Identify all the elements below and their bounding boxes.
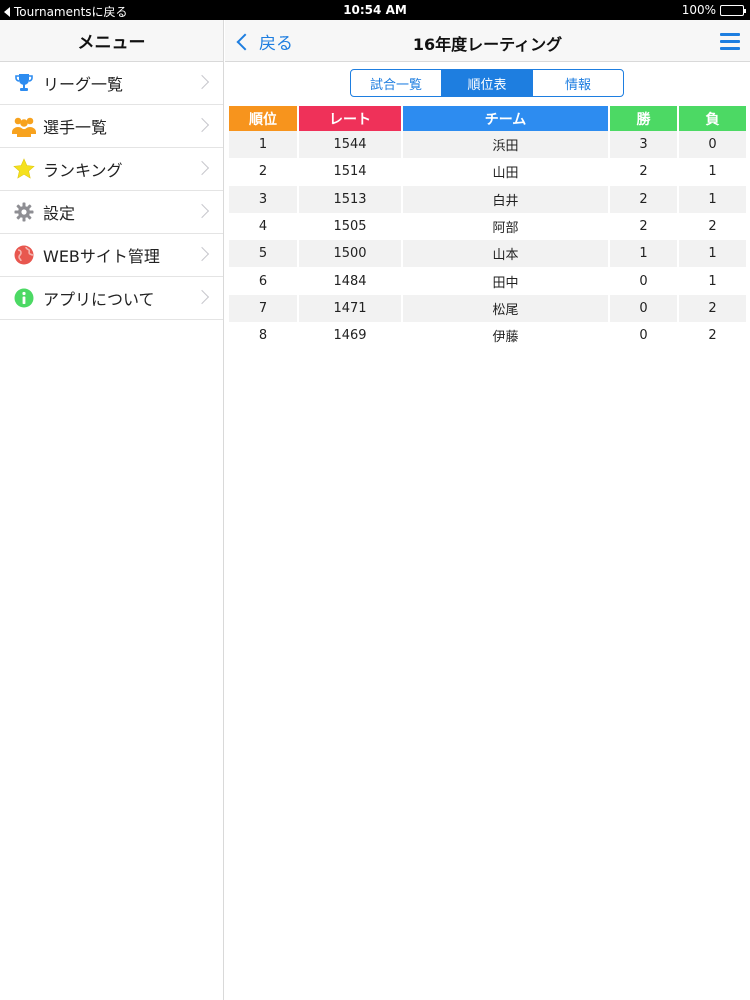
cell-losses: 2 xyxy=(679,322,746,350)
chevron-right-icon xyxy=(194,289,210,305)
sidebar-item-ranking[interactable]: ランキング xyxy=(0,148,223,191)
star-icon xyxy=(12,157,36,181)
sidebar-title: メニュー xyxy=(0,20,223,62)
sidebar-item-settings[interactable]: 設定 xyxy=(0,191,223,234)
cell-rank: 6 xyxy=(229,267,297,295)
menu-icon[interactable] xyxy=(720,33,740,50)
people-icon xyxy=(12,114,36,138)
sidebar-item-about[interactable]: アプリについて xyxy=(0,277,223,320)
cell-rating: 1471 xyxy=(299,294,401,323)
cell-wins: 1 xyxy=(610,240,677,268)
status-time: 10:54 AM xyxy=(343,3,407,17)
table-row[interactable]: 8 1469 伊藤 0 2 xyxy=(229,322,746,350)
trophy-icon xyxy=(12,71,36,95)
sidebar-item-label: リーグ一覧 xyxy=(43,75,124,94)
cell-wins: 3 xyxy=(610,131,677,159)
cell-losses: 1 xyxy=(679,185,746,213)
cell-team: 白井 xyxy=(403,185,608,213)
cell-rank: 3 xyxy=(229,185,297,213)
status-bar: Tournamentsに戻る 10:54 AM 100% xyxy=(0,0,750,20)
sidebar-item-website[interactable]: WEBサイト管理 xyxy=(0,234,223,277)
segmented-control: 試合一覧 順位表 情報 xyxy=(350,69,624,97)
table-row[interactable]: 5 1500 山本 1 1 xyxy=(229,240,746,268)
chevron-right-icon xyxy=(194,160,210,176)
chevron-right-icon xyxy=(194,246,210,262)
battery-icon xyxy=(720,4,746,16)
cell-rank: 7 xyxy=(229,294,297,323)
battery-indicator: 100% xyxy=(681,3,746,17)
column-header-team[interactable]: チーム xyxy=(403,106,608,131)
column-header-rank[interactable]: 順位 xyxy=(229,106,297,131)
cell-team: 田中 xyxy=(403,267,608,295)
gear-icon xyxy=(12,200,36,224)
cell-rank: 5 xyxy=(229,240,297,268)
tab-matches[interactable]: 試合一覧 xyxy=(351,70,442,96)
column-header-rating[interactable]: レート xyxy=(299,106,401,131)
cell-rank: 8 xyxy=(229,322,297,350)
cell-team: 山田 xyxy=(403,158,608,186)
chevron-right-icon xyxy=(194,117,210,133)
cell-team: 山本 xyxy=(403,240,608,268)
chevron-right-icon xyxy=(194,203,210,219)
cell-rating: 1500 xyxy=(299,240,401,268)
cell-rating: 1505 xyxy=(299,212,401,241)
sidebar-item-label: WEBサイト管理 xyxy=(43,247,160,266)
tab-info[interactable]: 情報 xyxy=(533,70,623,96)
battery-percent: 100% xyxy=(681,3,716,17)
cell-wins: 2 xyxy=(610,158,677,186)
cell-rank: 4 xyxy=(229,212,297,241)
cell-losses: 2 xyxy=(679,212,746,241)
cell-rating: 1513 xyxy=(299,185,401,213)
info-icon xyxy=(12,286,36,310)
table-row[interactable]: 1 1544 浜田 3 0 xyxy=(229,131,746,159)
table-header-row: 順位 レート チーム 勝 負 xyxy=(229,106,746,131)
cell-team: 伊藤 xyxy=(403,322,608,350)
cell-rank: 1 xyxy=(229,131,297,159)
navigation-bar: 戻る 16年度レーティング xyxy=(225,20,750,62)
page-title: 16年度レーティング xyxy=(412,35,563,54)
cell-wins: 2 xyxy=(610,185,677,213)
sidebar-item-label: ランキング xyxy=(43,161,123,180)
cell-rating: 1469 xyxy=(299,322,401,350)
cell-losses: 1 xyxy=(679,240,746,268)
cell-losses: 0 xyxy=(679,131,746,159)
column-header-wins[interactable]: 勝 xyxy=(610,106,677,131)
sidebar-item-label: アプリについて xyxy=(43,290,155,309)
table-row[interactable]: 2 1514 山田 2 1 xyxy=(229,158,746,186)
cell-losses: 1 xyxy=(679,267,746,295)
sidebar-item-leagues[interactable]: リーグ一覧 xyxy=(0,62,223,105)
cell-wins: 0 xyxy=(610,322,677,350)
tab-standings[interactable]: 順位表 xyxy=(442,70,533,96)
standings-table: 順位 レート チーム 勝 負 1 1544 浜田 3 0 2 1514 山田 2… xyxy=(227,106,748,350)
column-header-losses[interactable]: 負 xyxy=(679,106,746,131)
cell-team: 阿部 xyxy=(403,212,608,241)
cell-losses: 1 xyxy=(679,158,746,186)
cell-wins: 2 xyxy=(610,212,677,241)
sidebar-item-label: 設定 xyxy=(43,204,76,223)
sidebar: メニュー リーグ一覧 選手一覧 ランキング 設定 WEBサイト管理 アプリについ… xyxy=(0,20,224,1000)
cell-team: 浜田 xyxy=(403,131,608,159)
table-row[interactable]: 7 1471 松尾 0 2 xyxy=(229,294,746,323)
cell-rating: 1514 xyxy=(299,158,401,186)
table-row[interactable]: 4 1505 阿部 2 2 xyxy=(229,212,746,241)
sidebar-item-label: 選手一覧 xyxy=(43,118,108,137)
table-row[interactable]: 6 1484 田中 0 1 xyxy=(229,267,746,295)
cell-rank: 2 xyxy=(229,158,297,186)
cell-losses: 2 xyxy=(679,294,746,323)
cell-wins: 0 xyxy=(610,267,677,295)
table-row[interactable]: 3 1513 白井 2 1 xyxy=(229,185,746,213)
cell-rating: 1544 xyxy=(299,131,401,159)
chevron-right-icon xyxy=(194,74,210,90)
cell-team: 松尾 xyxy=(403,294,608,323)
cell-rating: 1484 xyxy=(299,267,401,295)
globe-icon xyxy=(12,243,36,267)
main-panel: 戻る 16年度レーティング 試合一覧 順位表 情報 順位 レート チーム 勝 負… xyxy=(225,20,750,1000)
cell-wins: 0 xyxy=(610,294,677,323)
sidebar-item-players[interactable]: 選手一覧 xyxy=(0,105,223,148)
